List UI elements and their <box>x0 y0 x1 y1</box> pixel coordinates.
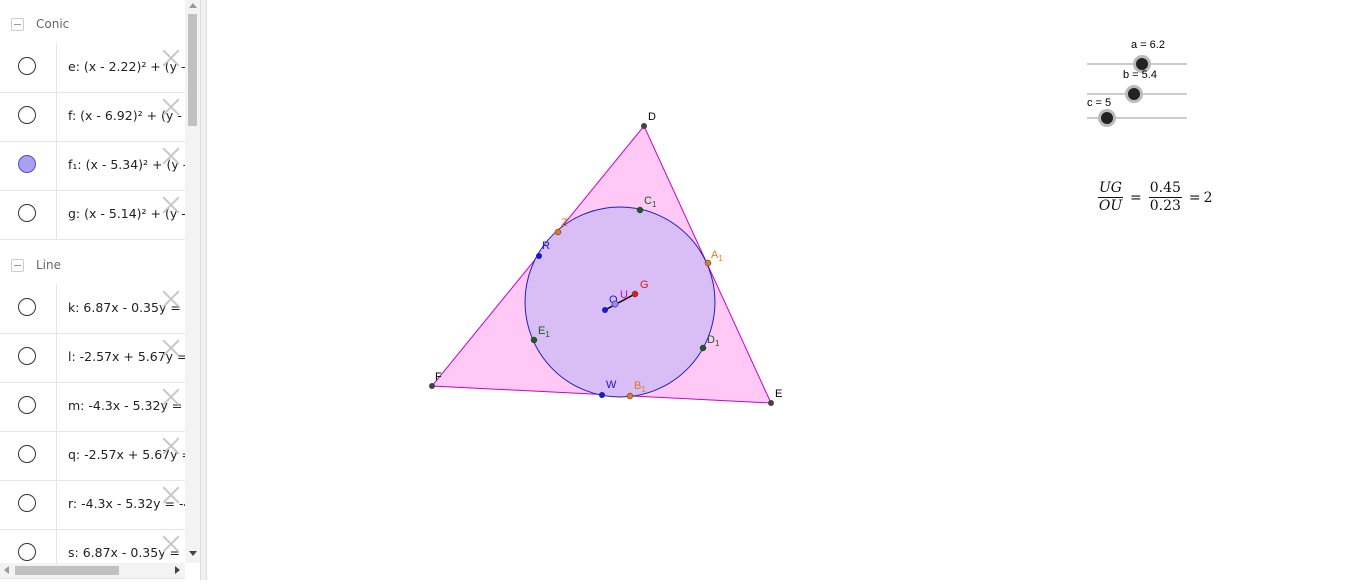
scroll-thumb[interactable] <box>188 14 197 126</box>
algebra-horizontal-scrollbar[interactable] <box>0 563 185 578</box>
visibility-cell <box>0 431 57 480</box>
point-R[interactable] <box>536 253 542 259</box>
delete-icon[interactable] <box>162 98 180 116</box>
collapse-icon[interactable] <box>11 258 24 272</box>
point-O[interactable] <box>602 307 608 313</box>
visibility-toggle[interactable] <box>18 494 36 512</box>
label-Z: Z <box>561 217 568 229</box>
algebra-row[interactable]: m: -4.3x - 5.32y = - <box>0 382 185 432</box>
point-W[interactable] <box>599 392 605 398</box>
scroll-down-icon[interactable] <box>189 551 197 556</box>
visibility-toggle[interactable] <box>18 543 36 561</box>
label-D: D <box>648 111 656 123</box>
delete-icon[interactable] <box>162 535 180 553</box>
panel-splitter[interactable] <box>200 0 207 580</box>
visibility-toggle[interactable] <box>18 298 36 316</box>
delete-icon[interactable] <box>162 196 180 214</box>
visibility-cell <box>0 43 57 92</box>
visibility-toggle[interactable] <box>18 204 36 222</box>
delete-icon[interactable] <box>162 147 180 165</box>
equals-sign: = <box>1129 189 1142 206</box>
point-D1[interactable] <box>699 344 707 352</box>
visibility-cell <box>0 141 57 190</box>
visibility-toggle[interactable] <box>18 347 36 365</box>
point-C1[interactable] <box>636 206 644 214</box>
label-F: F <box>435 371 442 383</box>
slider-a[interactable]: a = 6.2 <box>1087 39 1187 73</box>
slider-c-label: c = 5 <box>1087 97 1111 109</box>
ratio-result: 2 <box>1203 189 1213 206</box>
group-label: Line <box>36 258 62 272</box>
algebra-vertical-scrollbar[interactable] <box>185 0 200 563</box>
delete-icon[interactable] <box>162 339 180 357</box>
group-label: Conic <box>36 17 70 31</box>
slider-c-handle[interactable] <box>1098 109 1116 127</box>
delete-icon[interactable] <box>162 437 180 455</box>
visibility-cell <box>0 190 57 239</box>
algebra-view: Conic e: (x - 2.22)² + (y - f: (x - 6.92)… <box>0 0 200 580</box>
group-header-conic[interactable]: Conic <box>0 0 185 48</box>
slider-a-label: a = 6.2 <box>1131 39 1165 51</box>
point-F[interactable] <box>429 383 435 389</box>
label-R: R <box>542 240 550 252</box>
point-B1[interactable] <box>626 392 634 400</box>
visibility-cell <box>0 284 57 333</box>
label-U: U <box>620 289 628 301</box>
equals-sign: = <box>1188 189 1201 206</box>
label-A1: A1 <box>711 249 723 263</box>
delete-icon[interactable] <box>162 388 180 406</box>
fraction-values: 0.45 0.23 <box>1148 180 1182 215</box>
visibility-toggle[interactable] <box>18 396 36 414</box>
delete-icon[interactable] <box>162 290 180 308</box>
algebra-row[interactable]: k: 6.87x - 0.35y = 3 <box>0 284 185 334</box>
scroll-right-icon[interactable] <box>175 566 180 574</box>
visibility-toggle[interactable] <box>18 106 36 124</box>
scroll-thumb[interactable] <box>15 566 119 575</box>
graphics-view[interactable]: D E F C1 D1 E1 Z A1 B1 R W O U G a = 6.2… <box>207 0 1366 580</box>
algebra-row[interactable]: f: (x - 6.92)² + (y - <box>0 92 185 142</box>
ratio-formula[interactable]: UG OU = 0.45 0.23 = 2 <box>1094 180 1213 215</box>
group-header-line[interactable]: Line <box>0 241 185 289</box>
point-G[interactable] <box>631 290 639 298</box>
visibility-toggle[interactable] <box>18 155 36 173</box>
slider-b-label: b = 5.4 <box>1123 69 1157 81</box>
collapse-icon[interactable] <box>11 17 24 31</box>
denominator: 0.23 <box>1149 198 1181 214</box>
algebra-row[interactable]: r: -4.3x - 5.32y = -4 <box>0 480 185 530</box>
label-E: E <box>775 388 782 400</box>
numerator: 0.45 <box>1148 180 1182 198</box>
point-U[interactable] <box>611 300 619 308</box>
label-W: W <box>606 379 617 391</box>
numerator: UG <box>1098 180 1123 198</box>
point-E[interactable] <box>768 400 774 406</box>
point-D[interactable] <box>641 123 647 129</box>
visibility-cell <box>0 92 57 141</box>
visibility-cell <box>0 382 57 431</box>
algebra-row[interactable]: e: (x - 2.22)² + (y - <box>0 43 185 93</box>
visibility-toggle[interactable] <box>18 57 36 75</box>
scroll-left-icon[interactable] <box>4 566 9 574</box>
label-G: G <box>640 279 649 291</box>
construction-canvas[interactable]: D E F C1 D1 E1 Z A1 B1 R W O U G a = 6.2… <box>207 0 1366 580</box>
scroll-up-icon[interactable] <box>189 3 197 8</box>
point-Z[interactable] <box>554 228 562 236</box>
slider-b-handle[interactable] <box>1125 85 1143 103</box>
denominator: OU <box>1098 198 1123 214</box>
visibility-cell <box>0 333 57 382</box>
point-E1[interactable] <box>530 336 538 344</box>
algebra-row[interactable]: f₁: (x - 5.34)² + (y - <box>0 141 185 191</box>
visibility-toggle[interactable] <box>18 445 36 463</box>
fraction-UG-OU: UG OU <box>1098 180 1123 215</box>
algebra-row[interactable]: l: -2.57x + 5.67y = <box>0 333 185 383</box>
algebra-row[interactable]: q: -2.57x + 5.67y = <box>0 431 185 481</box>
visibility-cell <box>0 480 57 529</box>
delete-icon[interactable] <box>162 49 180 67</box>
algebra-row[interactable]: g: (x - 5.14)² + (y - <box>0 190 185 240</box>
delete-icon[interactable] <box>162 486 180 504</box>
